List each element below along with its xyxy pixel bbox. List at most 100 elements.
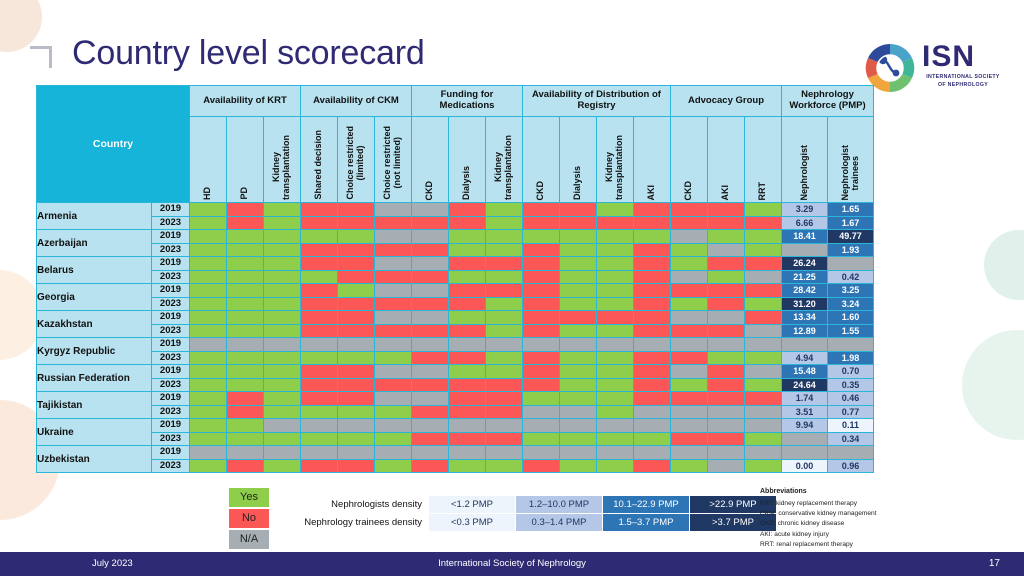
sub-header-7: CKD <box>411 116 449 203</box>
status-cell-na <box>707 445 745 460</box>
status-cell-na <box>522 445 560 460</box>
status-cell-no <box>633 364 671 379</box>
status-cell-no <box>337 215 375 230</box>
trainee-density-cell: 0.77 <box>827 404 874 419</box>
sub-header-6: Choice restricted (not limited) <box>374 116 412 203</box>
status-cell-na <box>337 337 375 352</box>
nephrologist-density-cell: 1.74 <box>781 391 828 406</box>
status-cell-yes <box>226 310 264 325</box>
status-cell-no <box>411 377 449 392</box>
status-cell-na <box>707 310 745 325</box>
status-cell-no <box>522 296 560 311</box>
slide-footer: July 2023 International Society of Nephr… <box>0 552 1024 576</box>
country-name-cell: Tajikistan <box>36 391 152 419</box>
trainee-density-cell: 3.24 <box>827 296 874 311</box>
country-name-cell: Ukraine <box>36 418 152 446</box>
status-cell-yes <box>596 364 634 379</box>
status-cell-no <box>522 350 560 365</box>
status-cell-no <box>485 377 523 392</box>
trainee-density-cell: 0.42 <box>827 269 874 284</box>
status-cell-no <box>522 269 560 284</box>
sub-header-10: CKD <box>522 116 560 203</box>
status-cell-no <box>633 215 671 230</box>
sub-header-label: CKD <box>683 180 694 201</box>
status-cell-na <box>448 337 486 352</box>
status-cell-yes <box>263 242 301 257</box>
decorative-blob-right-bottom <box>962 330 1024 440</box>
year-cell: 2019 <box>151 364 190 379</box>
year-cell: 2023 <box>151 350 190 365</box>
status-cell-yes <box>485 323 523 338</box>
trainee-density-cell: 1.93 <box>827 242 874 257</box>
status-legend: Yes No N/A <box>228 487 270 550</box>
abbreviations-title: Abbreviations <box>760 488 807 495</box>
status-cell-na <box>670 269 708 284</box>
status-cell-yes <box>226 269 264 284</box>
status-cell-na <box>300 337 338 352</box>
trainee-density-cell: 1.67 <box>827 215 874 230</box>
sub-header-14: CKD <box>670 116 708 203</box>
legend-key-no: No <box>228 508 270 529</box>
status-cell-no <box>411 404 449 419</box>
status-cell-yes <box>189 377 227 392</box>
year-cell: 2023 <box>151 242 190 257</box>
nephrologist-density-cell <box>781 431 828 446</box>
status-cell-no <box>411 458 449 473</box>
status-cell-no <box>374 296 412 311</box>
footer-page-number: 17 <box>988 558 1000 569</box>
status-cell-no <box>300 377 338 392</box>
status-cell-no <box>300 310 338 325</box>
status-cell-na <box>411 202 449 217</box>
table-row: Ukraine 2019 9.94 0.11 <box>36 418 874 446</box>
status-cell-no <box>559 202 597 217</box>
status-cell-yes <box>559 431 597 446</box>
status-cell-na <box>263 337 301 352</box>
year-cell: 2023 <box>151 404 190 419</box>
status-cell-na <box>744 323 782 338</box>
status-cell-yes <box>744 202 782 217</box>
status-cell-yes <box>485 350 523 365</box>
status-cell-no <box>670 391 708 406</box>
status-cell-no <box>485 256 523 271</box>
sub-header-8: Dialysis <box>448 116 486 203</box>
status-cell-no <box>448 391 486 406</box>
status-cell-yes <box>448 364 486 379</box>
status-cell-yes <box>522 229 560 244</box>
status-cell-no <box>374 242 412 257</box>
legend-band-2: 1.2–10.0 PMP <box>515 495 603 514</box>
group-header-5: Advocacy Group <box>670 85 782 117</box>
status-cell-no <box>670 431 708 446</box>
status-cell-no <box>744 256 782 271</box>
status-cell-no <box>522 283 560 298</box>
status-cell-no <box>448 256 486 271</box>
country-name-cell: Uzbekistan <box>36 445 152 473</box>
nephrologist-density-cell: 26.24 <box>781 256 828 271</box>
trainee-density-cell: 49.77 <box>827 229 874 244</box>
status-cell-no <box>633 323 671 338</box>
status-cell-na <box>559 445 597 460</box>
status-cell-na <box>411 229 449 244</box>
year-cell: 2023 <box>151 431 190 446</box>
status-cell-yes <box>559 391 597 406</box>
status-cell-na <box>374 256 412 271</box>
trainee-density-cell: 0.96 <box>827 458 874 473</box>
year-cell: 2019 <box>151 310 190 325</box>
status-cell-yes <box>300 269 338 284</box>
status-cell-yes <box>559 256 597 271</box>
trainee-density-cell: 1.60 <box>827 310 874 325</box>
status-cell-yes <box>448 229 486 244</box>
status-cell-no <box>633 391 671 406</box>
status-cell-na <box>411 283 449 298</box>
status-cell-no <box>300 391 338 406</box>
status-cell-na <box>300 445 338 460</box>
status-cell-no <box>485 391 523 406</box>
status-cell-yes <box>374 404 412 419</box>
legend-row-label: Nephrologists density <box>290 495 429 514</box>
status-cell-na <box>300 418 338 433</box>
year-cell: 2023 <box>151 323 190 338</box>
status-cell-no <box>559 310 597 325</box>
status-cell-na <box>744 337 782 352</box>
status-cell-no <box>744 283 782 298</box>
status-cell-yes <box>596 431 634 446</box>
legend-key-yes: Yes <box>228 487 270 508</box>
